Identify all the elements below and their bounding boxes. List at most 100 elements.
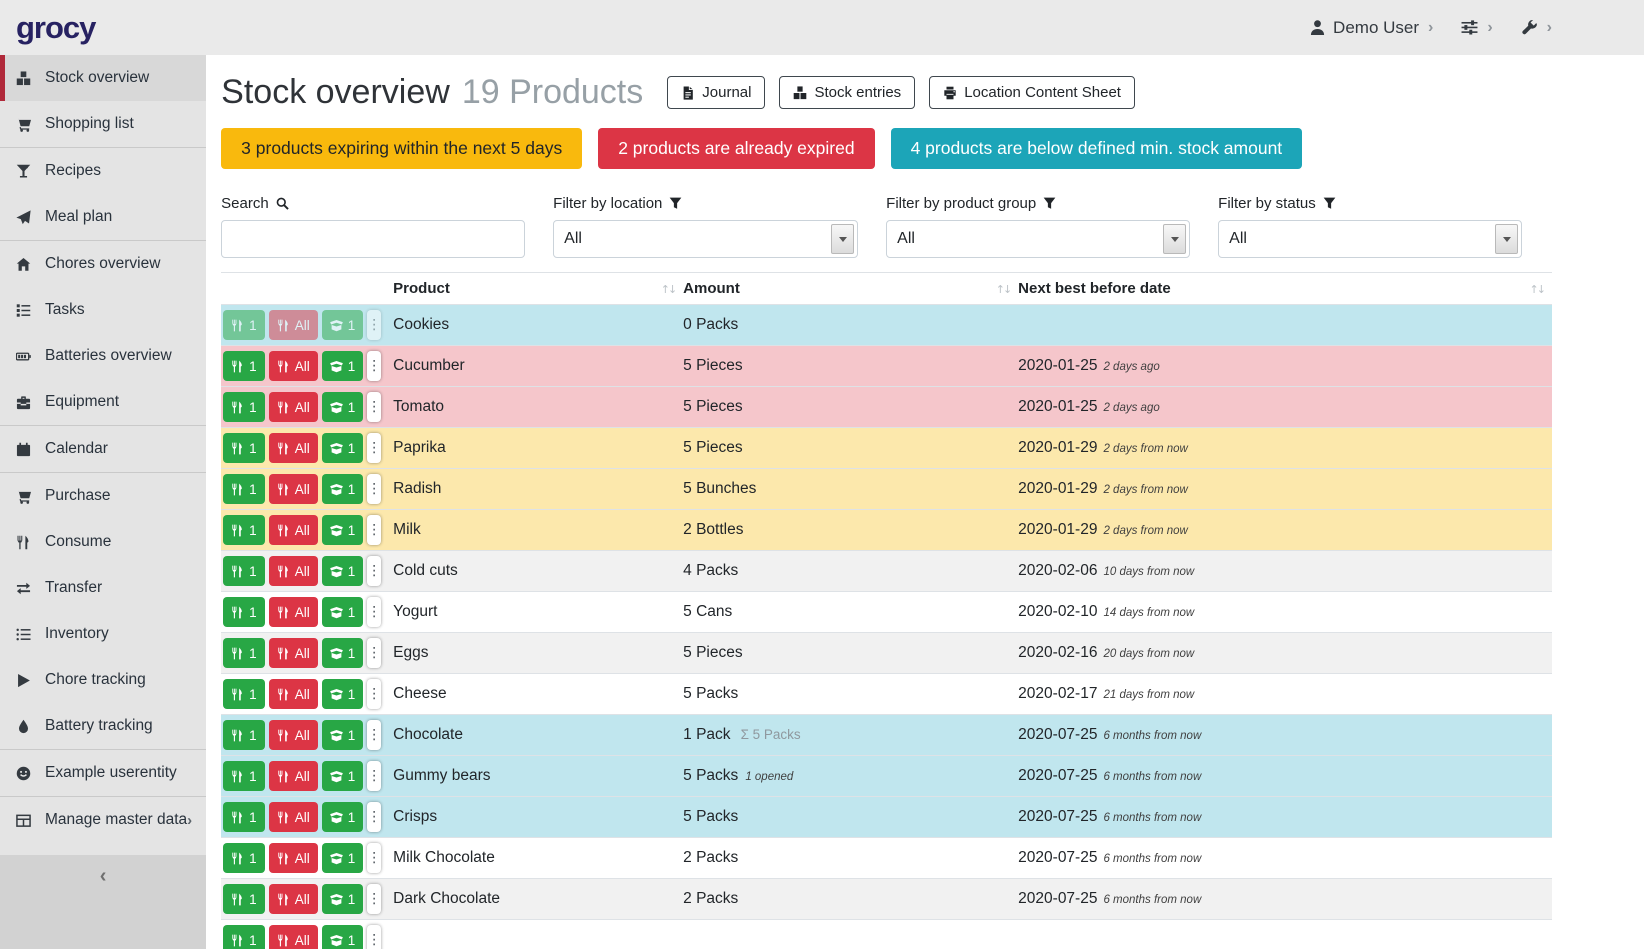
alert-danger[interactable]: 2 products are already expired xyxy=(598,128,874,169)
row-more-menu-button[interactable]: ⋮ xyxy=(367,597,381,627)
open-one-button[interactable]: 1 xyxy=(322,761,364,791)
open-one-button[interactable]: 1 xyxy=(322,679,364,709)
sidebar-item-equipment[interactable]: Equipment xyxy=(0,379,206,425)
settings-menu[interactable]: › xyxy=(1521,19,1552,37)
user-menu[interactable]: Demo User› xyxy=(1309,18,1433,38)
consume-all-button[interactable]: All xyxy=(269,638,318,668)
consume-all-button[interactable]: All xyxy=(269,474,318,504)
consume-one-button[interactable]: 1 xyxy=(223,884,265,914)
location-content-sheet-button[interactable]: Location Content Sheet xyxy=(929,76,1135,109)
open-one-button[interactable]: 1 xyxy=(322,638,364,668)
consume-one-button[interactable]: 1 xyxy=(223,679,265,709)
open-one-button[interactable]: 1 xyxy=(322,884,364,914)
consume-all-button[interactable]: All xyxy=(269,310,318,340)
sidebar-item-tasks[interactable]: Tasks xyxy=(0,287,206,333)
alert-info[interactable]: 4 products are below defined min. stock … xyxy=(891,128,1303,169)
open-one-button[interactable]: 1 xyxy=(322,474,364,504)
sidebar-item-meal-plan[interactable]: Meal plan xyxy=(0,194,206,240)
open-one-button[interactable]: 1 xyxy=(322,843,364,873)
row-more-menu-button[interactable]: ⋮ xyxy=(367,802,381,832)
consume-all-button[interactable]: All xyxy=(269,556,318,586)
sidebar-item-recipes[interactable]: Recipes xyxy=(0,148,206,194)
consume-one-button[interactable]: 1 xyxy=(223,843,265,873)
consume-one-button[interactable]: 1 xyxy=(223,925,265,949)
consume-one-button[interactable]: 1 xyxy=(223,351,265,381)
consume-all-button[interactable]: All xyxy=(269,392,318,422)
row-more-menu-button[interactable]: ⋮ xyxy=(367,884,381,914)
row-more-menu-button[interactable]: ⋮ xyxy=(367,556,381,586)
consume-one-button[interactable]: 1 xyxy=(223,474,265,504)
preferences-menu[interactable]: › xyxy=(1461,19,1492,37)
consume-one-button[interactable]: 1 xyxy=(223,597,265,627)
journal-button[interactable]: Journal xyxy=(667,76,765,109)
open-one-button[interactable]: 1 xyxy=(322,515,364,545)
sidebar-item-stock-overview[interactable]: Stock overview xyxy=(0,55,206,101)
sidebar-item-chores-overview[interactable]: Chores overview xyxy=(0,241,206,287)
search-input[interactable] xyxy=(221,220,525,258)
consume-all-button[interactable]: All xyxy=(269,802,318,832)
consume-all-button[interactable]: All xyxy=(269,597,318,627)
consume-all-button[interactable]: All xyxy=(269,884,318,914)
open-one-button[interactable]: 1 xyxy=(322,556,364,586)
stock-entries-button[interactable]: Stock entries xyxy=(779,76,915,109)
consume-one-button[interactable]: 1 xyxy=(223,433,265,463)
sidebar-item-consume[interactable]: Consume xyxy=(0,519,206,565)
sidebar-item-example-userentity[interactable]: Example userentity xyxy=(0,750,206,796)
consume-one-button[interactable]: 1 xyxy=(223,515,265,545)
sidebar-item-manage-master-data[interactable]: Manage master data› xyxy=(0,797,206,843)
sidebar-item-batteries-overview[interactable]: Batteries overview xyxy=(0,333,206,379)
sidebar-collapse-button[interactable]: ‹ xyxy=(0,855,206,949)
filter-select[interactable]: All xyxy=(1218,220,1522,258)
consume-one-button[interactable]: 1 xyxy=(223,802,265,832)
sidebar-item-shopping-list[interactable]: Shopping list xyxy=(0,101,206,147)
sidebar-item-transfer[interactable]: Transfer xyxy=(0,565,206,611)
row-more-menu-button[interactable]: ⋮ xyxy=(367,310,381,340)
consume-all-button[interactable]: All xyxy=(269,720,318,750)
row-more-menu-button[interactable]: ⋮ xyxy=(367,925,381,949)
row-more-menu-button[interactable]: ⋮ xyxy=(367,392,381,422)
row-more-menu-button[interactable]: ⋮ xyxy=(367,761,381,791)
row-more-menu-button[interactable]: ⋮ xyxy=(367,351,381,381)
consume-one-button[interactable]: 1 xyxy=(223,720,265,750)
consume-one-button[interactable]: 1 xyxy=(223,761,265,791)
consume-one-button[interactable]: 1 xyxy=(223,392,265,422)
open-one-button[interactable]: 1 xyxy=(322,310,364,340)
consume-one-button[interactable]: 1 xyxy=(223,556,265,586)
row-more-menu-button[interactable]: ⋮ xyxy=(367,679,381,709)
alert-warning[interactable]: 3 products expiring within the next 5 da… xyxy=(221,128,582,169)
column-header-next-best-before-date[interactable]: Next best before date↑↓ xyxy=(1018,273,1552,305)
select-value: All xyxy=(1219,230,1247,247)
row-more-menu-button[interactable]: ⋮ xyxy=(367,433,381,463)
consume-all-button[interactable]: All xyxy=(269,925,318,949)
open-one-button[interactable]: 1 xyxy=(322,597,364,627)
column-header-amount[interactable]: Amount↑↓ xyxy=(683,273,1018,305)
open-one-button[interactable]: 1 xyxy=(322,802,364,832)
sidebar-item-purchase[interactable]: Purchase xyxy=(0,473,206,519)
open-one-button[interactable]: 1 xyxy=(322,720,364,750)
filter-select[interactable]: All xyxy=(553,220,858,258)
open-one-button[interactable]: 1 xyxy=(322,925,364,949)
sidebar-item-battery-tracking[interactable]: Battery tracking xyxy=(0,703,206,749)
row-more-menu-button[interactable]: ⋮ xyxy=(367,720,381,750)
sidebar-item-calendar[interactable]: Calendar xyxy=(0,426,206,472)
consume-all-button[interactable]: All xyxy=(269,679,318,709)
consume-all-button[interactable]: All xyxy=(269,515,318,545)
row-more-menu-button[interactable]: ⋮ xyxy=(367,515,381,545)
open-one-button[interactable]: 1 xyxy=(322,433,364,463)
grocy-logo[interactable]: grocy xyxy=(16,12,95,43)
sidebar-item-chore-tracking[interactable]: Chore tracking xyxy=(0,657,206,703)
consume-all-button[interactable]: All xyxy=(269,351,318,381)
consume-all-button[interactable]: All xyxy=(269,843,318,873)
row-more-menu-button[interactable]: ⋮ xyxy=(367,638,381,668)
consume-one-button[interactable]: 1 xyxy=(223,310,265,340)
consume-one-button[interactable]: 1 xyxy=(223,638,265,668)
column-header-product[interactable]: Product↑↓ xyxy=(393,273,683,305)
open-one-button[interactable]: 1 xyxy=(322,392,364,422)
consume-all-button[interactable]: All xyxy=(269,433,318,463)
filter-select[interactable]: All xyxy=(886,220,1190,258)
row-more-menu-button[interactable]: ⋮ xyxy=(367,843,381,873)
open-one-button[interactable]: 1 xyxy=(322,351,364,381)
row-more-menu-button[interactable]: ⋮ xyxy=(367,474,381,504)
sidebar-item-inventory[interactable]: Inventory xyxy=(0,611,206,657)
consume-all-button[interactable]: All xyxy=(269,761,318,791)
